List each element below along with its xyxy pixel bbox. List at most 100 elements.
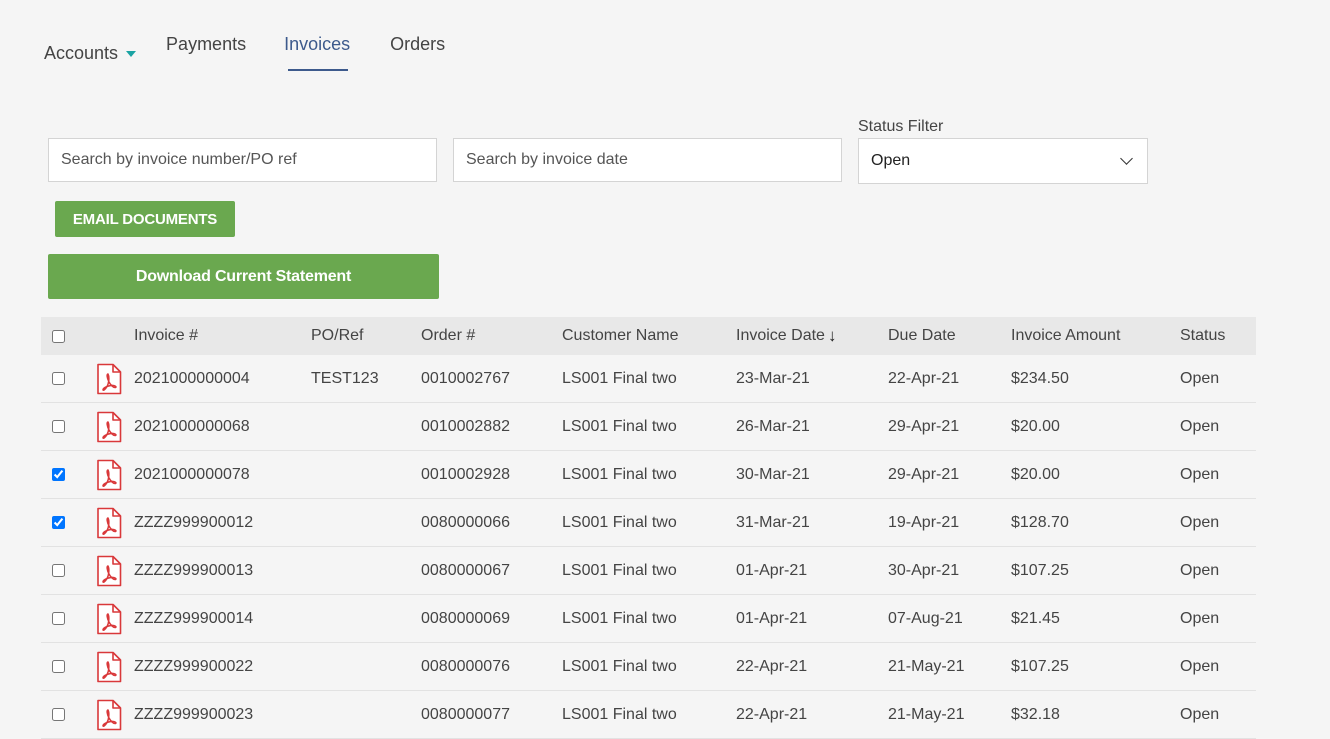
due-date: 21-May-21 xyxy=(888,657,965,675)
customer-name: LS001 Final two xyxy=(562,369,677,387)
pdf-icon[interactable] xyxy=(96,547,122,594)
tab-invoices-label: Invoices xyxy=(284,34,351,54)
tab-orders[interactable]: Orders xyxy=(390,34,445,72)
tab-payments-label: Payments xyxy=(166,34,247,54)
invoice-number: ZZZZ999900012 xyxy=(134,513,254,531)
tab-orders-label: Orders xyxy=(390,34,446,54)
invoice-date: 23-Mar-21 xyxy=(736,369,810,387)
row-checkbox[interactable] xyxy=(52,708,65,721)
tab-accounts-label: Accounts xyxy=(44,42,119,63)
due-date: 22-Apr-21 xyxy=(888,369,960,387)
invoice-amount: $107.25 xyxy=(1011,657,1069,675)
row-checkbox-cell xyxy=(52,547,65,594)
select-all-checkbox[interactable] xyxy=(52,329,65,343)
table-row[interactable]: 2021000000004 TEST123 0010002767 LS001 Fina… xyxy=(41,355,1256,403)
status-filter-value: Open xyxy=(871,152,911,169)
invoice-search-input[interactable] xyxy=(49,139,436,181)
pdf-icon[interactable] xyxy=(96,355,122,402)
row-checkbox-cell xyxy=(52,595,65,642)
invoice-status: Open xyxy=(1180,513,1220,531)
invoice-search-field[interactable] xyxy=(48,138,437,182)
header-invoice[interactable]: Invoice # xyxy=(134,317,198,355)
tab-accounts[interactable]: Accounts xyxy=(44,34,137,72)
status-filter-select[interactable]: Open xyxy=(858,138,1148,184)
order-number: 0010002928 xyxy=(421,465,510,483)
invoice-amount: $21.45 xyxy=(1011,609,1060,627)
select-all-cell xyxy=(52,317,65,355)
invoice-date: 01-Apr-21 xyxy=(736,609,808,627)
invoice-amount: $20.00 xyxy=(1011,417,1060,435)
pdf-icon[interactable] xyxy=(96,451,122,498)
pdf-icon[interactable] xyxy=(96,595,122,642)
caret-down-icon xyxy=(126,51,137,57)
header-invoice-date[interactable]: Invoice Date ↓ xyxy=(736,317,836,355)
arrow-down-icon: ↓ xyxy=(827,326,837,345)
table-row[interactable]: ZZZZ999900012 0080000066 LS001 Final two 31… xyxy=(41,499,1256,547)
tab-payments[interactable]: Payments xyxy=(166,34,246,72)
row-checkbox[interactable] xyxy=(52,612,65,625)
customer-name: LS001 Final two xyxy=(562,561,677,579)
invoice-status: Open xyxy=(1180,369,1220,387)
table-row[interactable]: 2021000000068 0010002882 LS001 Final two 26… xyxy=(41,403,1256,451)
row-checkbox-cell xyxy=(52,355,65,402)
header-amount[interactable]: Invoice Amount xyxy=(1011,317,1120,355)
row-checkbox-cell xyxy=(52,643,65,690)
invoice-number: ZZZZ999900022 xyxy=(134,657,254,675)
row-checkbox-cell xyxy=(52,451,65,498)
row-checkbox[interactable] xyxy=(52,468,65,481)
order-number: 0080000077 xyxy=(421,705,510,723)
email-documents-button[interactable]: EMAIL DOCUMENTS xyxy=(55,201,235,237)
pdf-icon[interactable] xyxy=(96,643,122,690)
row-checkbox[interactable] xyxy=(52,660,65,673)
invoice-status: Open xyxy=(1180,465,1220,483)
due-date: 07-Aug-21 xyxy=(888,609,963,627)
date-search-input[interactable] xyxy=(454,139,841,181)
pdf-icon[interactable] xyxy=(96,691,122,738)
row-checkbox-cell xyxy=(52,691,65,738)
invoice-date: 26-Mar-21 xyxy=(736,417,810,435)
header-due-date[interactable]: Due Date xyxy=(888,317,956,355)
invoice-date: 22-Apr-21 xyxy=(736,705,808,723)
table-row[interactable]: 2021000000078 0010002928 LS001 Final two 30… xyxy=(41,451,1256,499)
header-po[interactable]: PO/Ref xyxy=(311,317,363,355)
chevron-down-icon xyxy=(1120,152,1133,165)
invoice-status: Open xyxy=(1180,561,1220,579)
pdf-icon[interactable] xyxy=(96,499,122,546)
header-order[interactable]: Order # xyxy=(421,317,475,355)
order-number: 0080000076 xyxy=(421,657,510,675)
invoice-number: 2021000000004 xyxy=(134,369,250,387)
table-row[interactable]: ZZZZ999900014 0080000069 LS001 Final two 01… xyxy=(41,595,1256,643)
due-date: 21-May-21 xyxy=(888,705,965,723)
invoice-status: Open xyxy=(1180,417,1220,435)
invoice-number: 2021000000078 xyxy=(134,465,250,483)
table-row[interactable]: ZZZZ999900023 0080000077 LS001 Final two 22… xyxy=(41,691,1256,739)
invoice-status: Open xyxy=(1180,705,1220,723)
customer-name: LS001 Final two xyxy=(562,609,677,627)
pdf-icon[interactable] xyxy=(96,403,122,450)
po-ref: TEST123 xyxy=(311,369,379,387)
invoice-amount: $32.18 xyxy=(1011,705,1060,723)
header-status[interactable]: Status xyxy=(1180,317,1225,355)
invoice-amount: $128.70 xyxy=(1011,513,1069,531)
customer-name: LS001 Final two xyxy=(562,657,677,675)
row-checkbox-cell xyxy=(52,403,65,450)
header-customer[interactable]: Customer Name xyxy=(562,317,678,355)
invoice-number: ZZZZ999900023 xyxy=(134,705,254,723)
download-statement-button[interactable]: Download Current Statement xyxy=(48,254,439,299)
row-checkbox[interactable] xyxy=(52,372,65,385)
invoice-number: ZZZZ999900013 xyxy=(134,561,254,579)
customer-name: LS001 Final two xyxy=(562,417,677,435)
invoice-date: 30-Mar-21 xyxy=(736,465,810,483)
row-checkbox[interactable] xyxy=(52,564,65,577)
invoice-amount: $20.00 xyxy=(1011,465,1060,483)
table-header: Invoice # PO/Ref Order # Customer Name I… xyxy=(41,317,1256,355)
invoice-status: Open xyxy=(1180,609,1220,627)
row-checkbox[interactable] xyxy=(52,420,65,433)
tab-invoices[interactable]: Invoices xyxy=(284,34,350,72)
table-row[interactable]: ZZZZ999900022 0080000076 LS001 Final two 22… xyxy=(41,643,1256,691)
table-row[interactable]: ZZZZ999900013 0080000067 LS001 Final two 01… xyxy=(41,547,1256,595)
row-checkbox[interactable] xyxy=(52,516,65,529)
table-body: 2021000000004 TEST123 0010002767 LS001 Fina… xyxy=(41,355,1256,739)
date-search-field[interactable] xyxy=(453,138,842,182)
header-invoice-date-label: Invoice Date xyxy=(736,327,825,344)
